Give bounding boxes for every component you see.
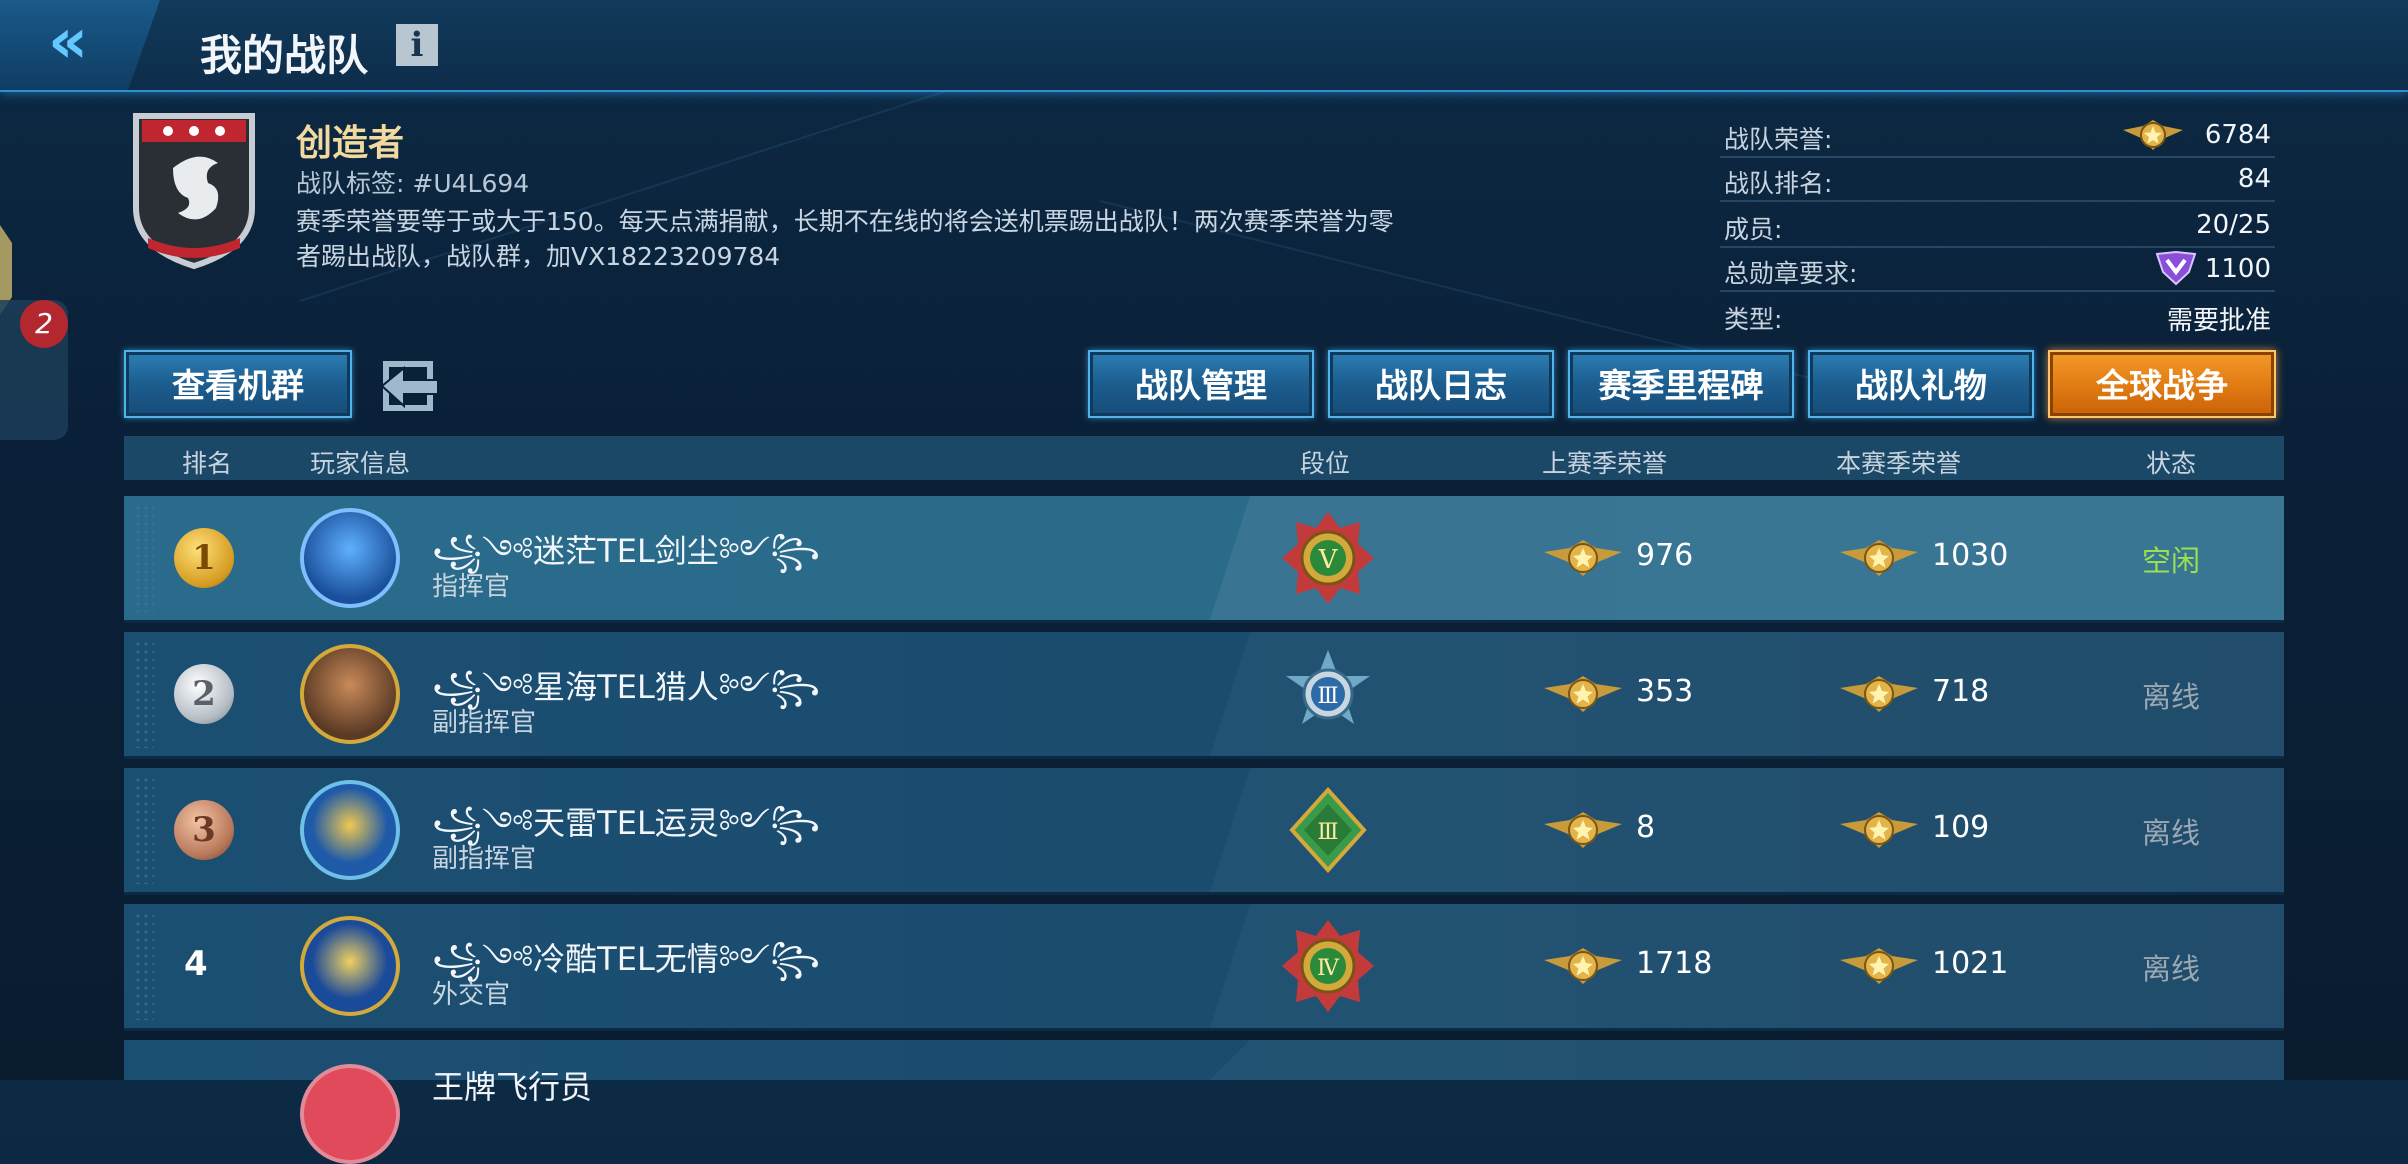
team-description: 赛季荣誉要等于或大于150。每天点满捐献，长期不在线的将会送机票踢出战队！两次赛… — [296, 207, 1394, 271]
player-role: 副指挥官 — [432, 708, 537, 738]
player-status: 离线 — [2142, 816, 2201, 850]
stat-label: 成员: — [1724, 215, 1783, 244]
stat-medal-requirement: 总勋章要求: 1100 — [1720, 248, 2275, 292]
view-fleet-button[interactable]: 查看机群 — [124, 350, 352, 418]
header-tier: 段位 — [1300, 449, 1351, 478]
team-management-button[interactable]: 战队管理 — [1088, 350, 1314, 418]
player-status: 离线 — [2142, 680, 2201, 714]
player-role: 指挥官 — [432, 572, 511, 602]
double-chevron-left-icon: « — [48, 4, 88, 77]
this-season-honor: 109 — [1932, 810, 1990, 845]
this-season-honor: 1030 — [1932, 538, 2009, 573]
stat-value: 20/25 — [2196, 210, 2271, 240]
tier-badge-icon: Ⅲ — [1286, 650, 1370, 724]
honor-wing-icon — [1544, 812, 1622, 848]
stat-label: 战队荣誉: — [1724, 125, 1833, 154]
stat-value: 6784 — [2204, 120, 2271, 150]
stat-label: 总勋章要求: — [1724, 259, 1858, 288]
avatar[interactable] — [300, 916, 400, 1016]
back-button[interactable]: « — [0, 0, 160, 90]
rank-silver-medal: 2 — [174, 664, 234, 724]
header-last-season-honor: 上赛季荣誉 — [1542, 449, 1668, 478]
table-row[interactable]: 3 ꧁༺天雷TEL运灵༻꧂ 副指挥官 Ⅲ 8 109 离线 — [124, 768, 2284, 895]
stat-type: 类型: 需要批准 — [1720, 294, 2275, 336]
rank-bronze-medal: 3 — [174, 800, 234, 860]
table-row[interactable]: 王牌飞行员 — [124, 1040, 2284, 1164]
switch-arrow-icon[interactable] — [378, 356, 448, 418]
tier-badge-icon: Ⅳ — [1282, 920, 1374, 1012]
tier-badge-icon: V — [1282, 512, 1374, 604]
svg-text:Ⅲ: Ⅲ — [1317, 820, 1338, 845]
last-season-honor: 1718 — [1636, 946, 1713, 981]
stat-team-rank: 战队排名: 84 — [1720, 158, 2275, 202]
row-drag-dots — [134, 912, 154, 1020]
player-role: 外交官 — [432, 980, 511, 1010]
header-rank: 排名 — [182, 449, 233, 478]
info-icon[interactable]: i — [396, 24, 438, 66]
last-season-honor: 976 — [1636, 538, 1694, 573]
avatar[interactable] — [300, 1064, 400, 1164]
stat-members: 成员: 20/25 — [1720, 204, 2275, 248]
honor-wing-icon — [1840, 812, 1918, 848]
team-tag: 战队标签: #U4L694 — [296, 169, 530, 198]
player-status: 离线 — [2142, 952, 2201, 986]
table-row[interactable]: 4 ꧁༺冷酷TEL无情༻꧂ 外交官 Ⅳ 1718 1021 离线 — [124, 904, 2284, 1031]
svg-text:Ⅳ: Ⅳ — [1317, 956, 1340, 981]
rank-number: 4 — [184, 944, 208, 984]
avatar[interactable] — [300, 644, 400, 744]
header-status: 状态 — [2146, 449, 2197, 478]
honor-wing-icon — [2123, 120, 2183, 150]
honor-wing-icon — [1840, 948, 1918, 984]
stat-label: 类型: — [1724, 305, 1783, 334]
page-title: 我的战队 — [200, 31, 369, 80]
stat-value: 84 — [2237, 164, 2271, 194]
top-bar: « 我的战队 i — [0, 0, 2408, 92]
notification-badge: 2 — [20, 300, 68, 348]
table-row[interactable]: 2 ꧁༺星海TEL猎人༻꧂ 副指挥官 Ⅲ 353 718 离线 — [124, 632, 2284, 759]
stat-team-honor: 战队荣誉: 6784 — [1720, 114, 2275, 158]
team-name: 创造者 — [296, 123, 405, 164]
row-panel — [1210, 1040, 2284, 1080]
honor-wing-icon — [1544, 948, 1622, 984]
tier-badge-icon: Ⅲ — [1289, 787, 1367, 873]
honor-wing-icon — [1544, 540, 1622, 576]
avatar[interactable] — [300, 780, 400, 880]
this-season-honor: 1021 — [1932, 946, 2009, 981]
rank-gold-medal: 1 — [174, 528, 234, 588]
global-war-button[interactable]: 全球战争 — [2048, 350, 2276, 418]
last-season-honor: 8 — [1636, 810, 1656, 845]
svg-text:V: V — [1318, 545, 1339, 575]
player-role: 副指挥官 — [432, 844, 537, 874]
header-this-season-honor: 本赛季荣誉 — [1836, 449, 1962, 478]
honor-wing-icon — [1840, 676, 1918, 712]
stat-value: 需要批准 — [2166, 306, 2271, 336]
row-drag-dots — [134, 640, 154, 748]
team-gift-button[interactable]: 战队礼物 — [1808, 350, 2034, 418]
honor-wing-icon — [1544, 676, 1622, 712]
team-log-button[interactable]: 战队日志 — [1328, 350, 1554, 418]
header-player-info: 玩家信息 — [310, 449, 411, 478]
season-milestone-button[interactable]: 赛季里程碑 — [1568, 350, 1794, 418]
row-drag-dots — [134, 776, 154, 884]
honor-wing-icon — [1840, 540, 1918, 576]
row-drag-dots — [134, 504, 154, 612]
stat-label: 战队排名: — [1724, 169, 1833, 198]
last-season-honor: 353 — [1636, 674, 1694, 709]
table-header: 排名 玩家信息 段位 上赛季荣誉 本赛季荣誉 状态 — [124, 436, 2284, 480]
team-emblem-dragon-icon — [133, 113, 255, 270]
this-season-honor: 718 — [1932, 674, 1990, 709]
avatar[interactable] — [300, 508, 400, 608]
stat-value: 1100 — [2204, 254, 2271, 284]
svg-text:Ⅲ: Ⅲ — [1317, 684, 1338, 709]
player-name: 王牌飞行员 — [432, 1068, 593, 1106]
table-row[interactable]: 1 ꧁༺迷茫TEL剑尘༻꧂ 指挥官 V 976 1030 空闲 — [124, 496, 2284, 623]
player-status: 空闲 — [2142, 544, 2201, 578]
medal-icon — [2155, 250, 2197, 286]
